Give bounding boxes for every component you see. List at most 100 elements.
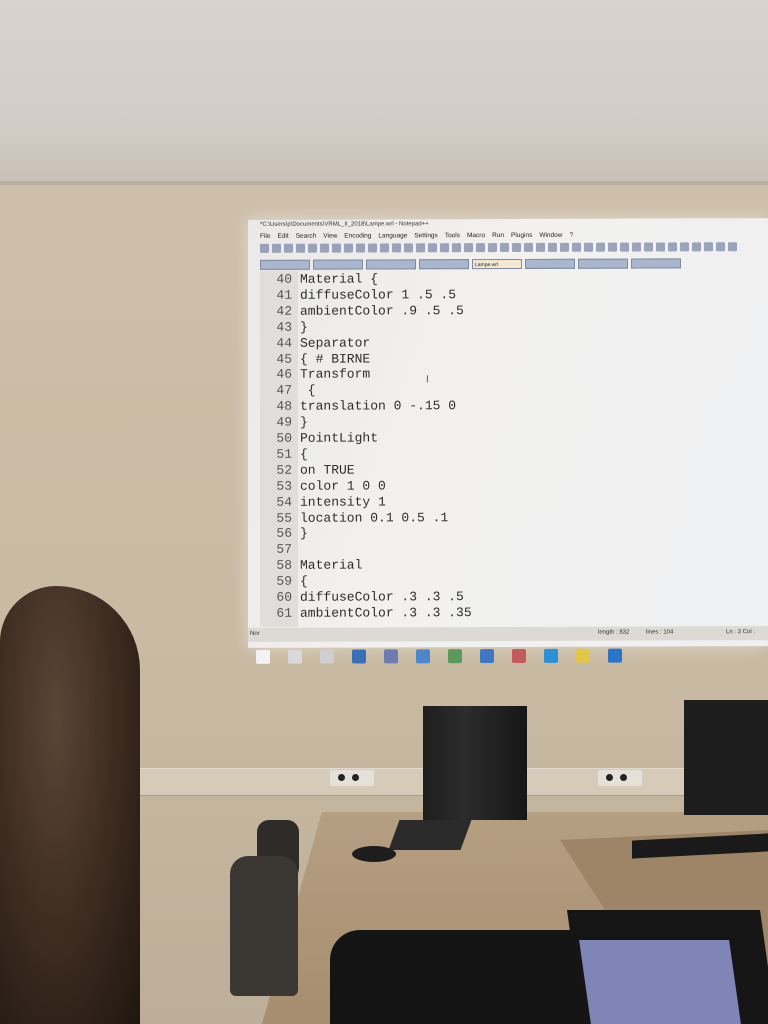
menu-item[interactable]: Language [378,232,407,239]
toolbar-icon[interactable] [404,243,413,253]
toolbar-icon[interactable] [452,243,461,253]
toolbar-icon[interactable] [284,243,293,253]
toolbar-icon[interactable] [644,242,653,252]
toolbar-icon[interactable] [596,242,605,252]
toolbar-icon[interactable] [428,243,437,253]
tab-bar: Lampe.wrl [260,258,768,270]
toolbar-icon[interactable] [704,242,713,252]
toolbar-icon[interactable] [332,243,341,253]
toolbar-icon[interactable] [560,242,569,252]
menu-item[interactable]: Edit [277,233,288,240]
toolbar-icon[interactable] [668,242,677,252]
code-line: 57 [262,542,300,558]
toolbar-icon[interactable] [368,243,377,253]
app-icon[interactable] [384,649,398,664]
line-number: 46 [276,367,292,383]
line-number: 50 [276,430,292,446]
toolbar-icon[interactable] [500,242,509,253]
toolbar-icon[interactable] [548,242,557,252]
code-text: color 1 0 0 [300,478,386,494]
toolbar-icon[interactable] [728,242,737,252]
line-number: 49 [276,414,292,430]
file-tab[interactable] [631,258,681,269]
toolbar-icon[interactable] [356,243,365,253]
code-line: 56} [262,526,307,542]
code-line: 54 intensity 1 [262,494,385,510]
code-text: { # BIRNE [300,350,371,367]
toolbar-icon[interactable] [416,243,425,253]
code-line: 58 Material [262,558,362,574]
code-text: { [300,446,308,462]
search-icon[interactable] [288,649,302,664]
status-length: length : 832 [598,629,630,636]
toolbar-icon[interactable] [488,243,497,253]
toolbar-icon[interactable] [344,243,353,253]
code-line: 52 on TRUE [262,462,354,478]
toolbar-icon[interactable] [296,243,305,253]
app-icon[interactable] [352,649,366,664]
toolbar-icon[interactable] [392,243,401,253]
app-icon[interactable] [512,648,526,663]
toolbar-icon[interactable] [260,243,269,253]
toolbar-icon[interactable] [716,242,725,252]
line-number: 48 [276,398,292,414]
toolbar-icon[interactable] [680,242,689,252]
code-editor[interactable]: 40 Material {41 diffuseColor 1 .5 .5 42 ambi… [262,269,762,627]
code-text: Transform [300,366,371,383]
file-tab[interactable] [578,258,628,269]
app-icon[interactable] [416,649,430,664]
menu-item[interactable]: Search [296,233,317,240]
notepad-icon[interactable] [576,648,590,663]
code-line: 40 Material { [262,271,378,287]
toolbar-icon[interactable] [572,242,581,252]
power-outlet [598,770,642,786]
toolbar-icon[interactable] [476,243,485,253]
menu-item[interactable]: Window [539,232,562,239]
status-bar: Nor length : 832 lines : 104 Ln : 3 Col … [248,626,768,642]
toolbar-icon[interactable] [632,242,641,252]
toolbar-icon[interactable] [464,243,473,253]
skype-icon[interactable] [544,648,558,663]
menu-item[interactable]: Run [492,232,504,239]
toolbar-icon[interactable] [656,242,665,252]
toolbar-icon[interactable] [512,242,521,252]
code-line: 55 location 0.1 0.5 .1 [262,510,448,527]
toolbar-icon[interactable] [608,242,617,252]
toolbar-icon[interactable] [272,243,281,253]
task-view-icon[interactable] [320,649,334,664]
line-number: 56 [276,526,292,542]
line-number: 41 [276,287,292,303]
toolbar-icon[interactable] [308,243,317,253]
menu-item[interactable]: Macro [467,232,485,239]
edge-icon[interactable] [608,648,622,663]
toolbar-icon[interactable] [536,242,545,252]
app-icon[interactable] [480,649,494,664]
toolbar-icon[interactable] [584,242,593,252]
menu-item[interactable]: Tools [445,232,460,239]
menu-item[interactable]: View [323,233,337,240]
menu-item[interactable]: Plugins [511,232,532,239]
file-tab[interactable] [525,258,575,269]
menu-item[interactable]: File [260,233,270,240]
toolbar-icon[interactable] [524,242,533,252]
menu-item[interactable]: Encoding [344,232,371,239]
toolbar-icon[interactable] [380,243,389,253]
file-tab[interactable] [366,259,416,270]
file-tab[interactable] [260,259,310,270]
toolbar-icon[interactable] [692,242,701,252]
line-number: 51 [276,446,292,462]
code-line: 60 diffuseColor .3 .3 .5 [262,589,463,606]
toolbar-icon[interactable] [440,243,449,253]
menu-item[interactable]: ? [569,232,573,239]
file-tab[interactable] [419,259,469,270]
app-icon[interactable] [448,649,462,664]
toolbar-icon[interactable] [620,242,629,252]
file-tab[interactable] [313,259,363,270]
windows-start-icon[interactable] [256,649,270,664]
code-text: ambientColor .9 .5 .5 [300,302,464,319]
file-tab[interactable]: Lampe.wrl [472,258,522,270]
menu-item[interactable]: Settings [414,232,438,239]
laptop-screen [579,940,741,1024]
line-number: 45 [276,351,292,367]
toolbar-icon[interactable] [320,243,329,253]
